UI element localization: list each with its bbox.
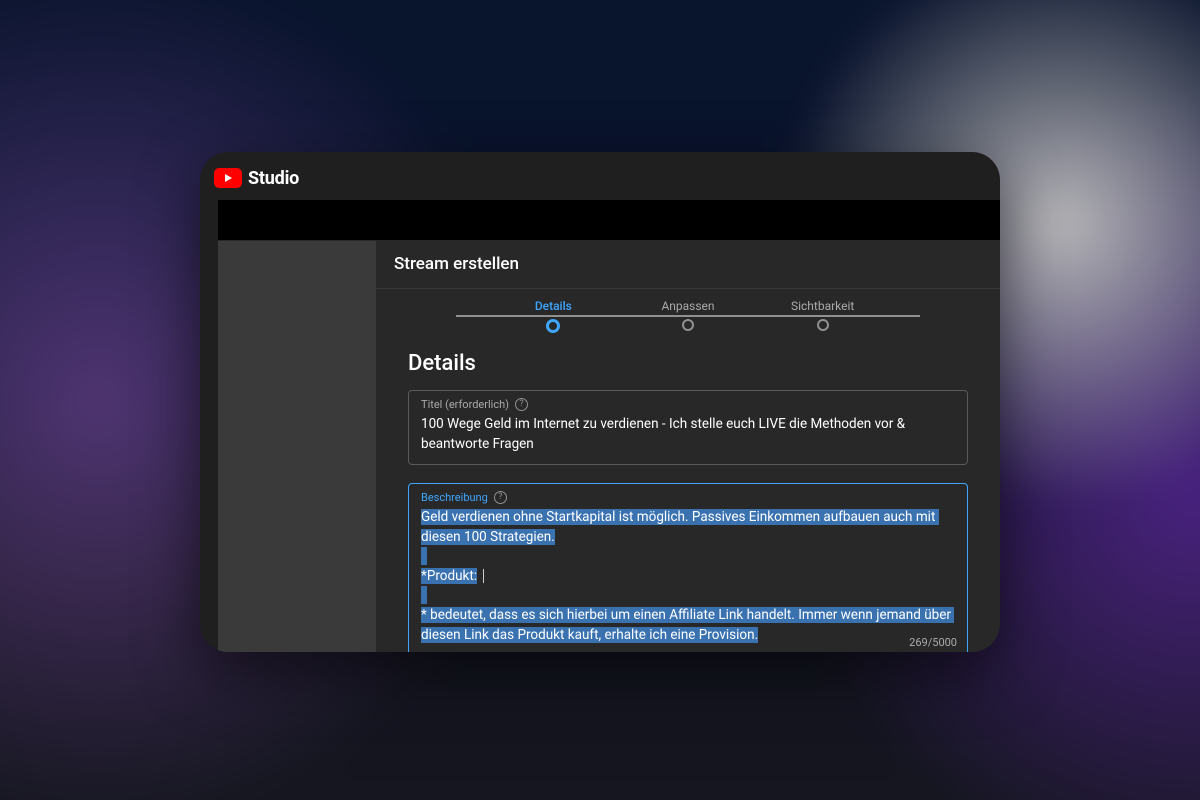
title-input[interactable]: 100 Wege Geld im Internet zu verdienen -…: [421, 415, 955, 454]
studio-window: Studio Stream erstellen Details Anpassen: [200, 152, 1000, 652]
step-label: Sichtbarkeit: [791, 299, 854, 313]
description-textarea[interactable]: Geld verdienen ohne Startkapital ist mög…: [421, 508, 955, 645]
step-dot-icon: [817, 319, 829, 331]
title-field-label: Titel (erforderlich): [421, 398, 509, 411]
youtube-play-icon: [214, 168, 242, 188]
char-count: 269/5000: [909, 636, 957, 649]
step-label: Anpassen: [661, 299, 714, 313]
help-icon[interactable]: ?: [494, 491, 507, 504]
brand-name: Studio: [248, 168, 299, 189]
description-field[interactable]: Beschreibung ? Geld verdienen ohne Start…: [408, 483, 968, 652]
body-area: Stream erstellen Details Anpassen Sichtb…: [218, 200, 1000, 652]
create-stream-dialog: Stream erstellen Details Anpassen Sichtb…: [376, 240, 1000, 652]
desc-line-1: Geld verdienen ohne Startkapital ist mög…: [421, 509, 939, 545]
titlebar: Studio: [200, 152, 1000, 200]
form-area: Details Titel (erforderlich) ? 100 Wege …: [376, 347, 1000, 652]
desc-blank-1: [421, 547, 427, 565]
main-column: Stream erstellen Details Anpassen Sichtb…: [376, 200, 1000, 652]
section-heading: Details: [408, 351, 968, 376]
desc-line-2: *Produkt:: [421, 568, 477, 584]
stepper-connector: [456, 315, 920, 317]
sidebar-placeholder: [218, 240, 376, 652]
tab-strip: [218, 200, 1000, 240]
text-cursor-icon: [483, 569, 484, 583]
studio-logo[interactable]: Studio: [214, 168, 299, 189]
desc-line-3: * bedeutet, dass es sich hierbei um eine…: [421, 607, 954, 643]
step-dot-icon: [682, 319, 694, 331]
step-label: Details: [535, 299, 572, 313]
dialog-title: Stream erstellen: [376, 240, 1000, 289]
step-dot-icon: [546, 319, 560, 333]
title-field[interactable]: Titel (erforderlich) ? 100 Wege Geld im …: [408, 390, 968, 465]
desc-blank-2: [421, 586, 427, 604]
help-icon[interactable]: ?: [515, 398, 528, 411]
description-field-label: Beschreibung: [421, 491, 488, 504]
stepper: Details Anpassen Sichtbarkeit: [376, 289, 1000, 347]
